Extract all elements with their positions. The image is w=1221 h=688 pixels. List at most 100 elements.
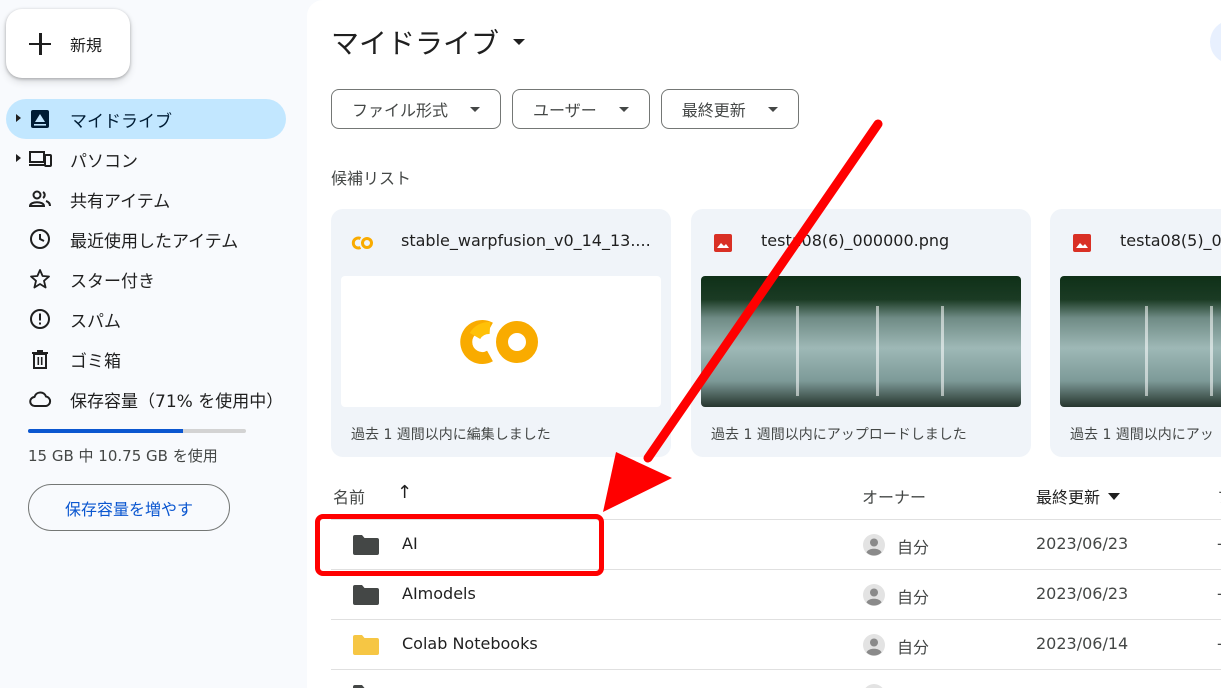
sort-ascending-icon[interactable]: ↑ bbox=[397, 482, 412, 503]
card-thumbnail bbox=[1060, 276, 1221, 407]
card-activity-text: 過去 1 週間以内にアッ bbox=[1070, 427, 1214, 443]
modified-date: 2023/06/23 bbox=[1036, 584, 1129, 603]
expand-caret-icon[interactable] bbox=[16, 114, 21, 122]
nav-item-shared[interactable]: 共有アイテム bbox=[6, 179, 286, 219]
image-thumbnail bbox=[1060, 276, 1221, 407]
nav-item-label: スター付き bbox=[70, 271, 155, 292]
filter-chip-modified[interactable]: 最終更新 bbox=[660, 89, 799, 129]
main-content: マイドライブ ファイル形式 ユーザー 最終更新 候補リスト stable_war… bbox=[307, 0, 1221, 688]
owner-name: 自分 bbox=[897, 638, 930, 657]
nav-item-computers[interactable]: パソコン bbox=[6, 139, 286, 179]
modified-date: 2023/06/14 bbox=[1036, 634, 1129, 653]
expand-caret-icon[interactable] bbox=[16, 154, 21, 162]
nav-item-label: ゴミ箱 bbox=[70, 351, 121, 372]
suggested-label: 候補リスト bbox=[331, 169, 412, 188]
nav-item-trash[interactable]: ゴミ箱 bbox=[6, 339, 286, 379]
file-name: Colab Notebooks bbox=[402, 634, 538, 653]
card-thumbnail bbox=[341, 276, 661, 407]
card-file-name: testa08(5)_0 bbox=[1120, 231, 1221, 250]
thumbnail-detail bbox=[1145, 306, 1148, 396]
modified-date: 2023/06/23 bbox=[1036, 534, 1129, 553]
folder-icon bbox=[353, 585, 379, 605]
details-toggle-button[interactable] bbox=[1210, 20, 1221, 64]
filter-chip-label: ユーザー bbox=[533, 101, 597, 120]
star-icon bbox=[30, 269, 50, 289]
filter-chip-label: 最終更新 bbox=[681, 101, 746, 120]
column-header-file-size[interactable]: フ bbox=[1217, 484, 1221, 508]
nav-item-label: スパム bbox=[70, 311, 121, 332]
column-header-modified-label: 最終更新 bbox=[1036, 488, 1101, 507]
new-button-label: 新規 bbox=[70, 35, 103, 55]
file-size: - bbox=[1217, 584, 1221, 603]
cloud-icon bbox=[29, 391, 52, 407]
file-size: - bbox=[1217, 534, 1221, 553]
thumbnail-detail bbox=[876, 306, 879, 396]
filter-chip-label: ファイル形式 bbox=[352, 101, 449, 120]
suggested-card[interactable]: testa08(6)_000000.png 過去 1 週間以内にアップロードしま… bbox=[691, 209, 1031, 457]
card-thumbnail bbox=[701, 276, 1021, 407]
nav-item-spam[interactable]: スパム bbox=[6, 299, 286, 339]
nav-item-storage[interactable]: 保存容量（71% を使用中） bbox=[6, 379, 286, 419]
suggested-card[interactable]: testa08(5)_0 過去 1 週間以内にアッ bbox=[1050, 209, 1221, 457]
storage-quota-bar bbox=[28, 429, 246, 433]
owner-avatar-icon bbox=[863, 534, 885, 556]
shared-people-icon bbox=[28, 190, 51, 207]
column-header-name[interactable]: 名前 bbox=[333, 484, 365, 508]
dropdown-arrow-icon bbox=[470, 106, 481, 112]
column-header-owner[interactable]: オーナー bbox=[862, 484, 926, 508]
column-header-modified[interactable]: 最終更新 bbox=[1036, 484, 1121, 508]
file-name: AImodels bbox=[402, 584, 476, 603]
trash-icon bbox=[32, 350, 48, 369]
file-size: - bbox=[1217, 634, 1221, 653]
owner-name: 自分 bbox=[897, 588, 930, 607]
nav-item-my-drive[interactable]: マイドライブ bbox=[6, 99, 286, 139]
card-activity-text: 過去 1 週間以内に編集しました bbox=[351, 427, 551, 443]
dropdown-arrow-icon bbox=[618, 106, 629, 112]
file-row[interactable]: Colab Notebooks 自分 2023/06/14 - bbox=[331, 620, 1221, 670]
plus-icon bbox=[26, 30, 54, 58]
owner-name: 自分 bbox=[897, 538, 930, 557]
nav-list: マイドライブ パソコン 共有アイテム 最近使用したアイテム スター付き スパム … bbox=[6, 99, 286, 419]
nav-item-starred[interactable]: スター付き bbox=[6, 259, 286, 299]
image-file-icon bbox=[714, 234, 732, 252]
filter-chip-file-type[interactable]: ファイル形式 bbox=[331, 89, 502, 129]
thumbnail-detail bbox=[796, 306, 799, 396]
filter-chip-people[interactable]: ユーザー bbox=[512, 89, 650, 129]
file-row[interactable]: AImodels 自分 2023/06/23 - bbox=[331, 570, 1221, 620]
dropdown-arrow-icon bbox=[767, 106, 778, 112]
nav-item-label: 最近使用したアイテム bbox=[70, 231, 239, 252]
my-drive-icon bbox=[31, 110, 49, 128]
filter-chips: ファイル形式 ユーザー 最終更新 bbox=[331, 89, 799, 129]
page-title[interactable]: マイドライブ bbox=[331, 22, 526, 62]
image-thumbnail bbox=[701, 276, 1021, 407]
get-more-storage-button[interactable]: 保存容量を増やす bbox=[28, 484, 230, 531]
suggested-card[interactable]: stable_warpfusion_v0_14_13.... 過去 1 週間以内… bbox=[331, 209, 671, 457]
nav-item-label: 保存容量（71% を使用中） bbox=[70, 391, 284, 412]
owner-avatar-icon bbox=[863, 634, 885, 656]
card-activity-text: 過去 1 週間以内にアップロードしました bbox=[711, 427, 967, 443]
storage-quota-fill bbox=[28, 429, 183, 433]
nav-item-label: パソコン bbox=[70, 151, 138, 172]
thumbnail-detail bbox=[1210, 306, 1213, 396]
new-button[interactable]: 新規 bbox=[6, 9, 130, 78]
thumbnail-detail bbox=[941, 306, 944, 396]
page-title-text: マイドライブ bbox=[331, 27, 500, 60]
owner-avatar-icon bbox=[865, 684, 883, 688]
image-file-icon bbox=[1073, 234, 1091, 252]
file-list-header: 名前 ↑ オーナー 最終更新 フ bbox=[331, 470, 1221, 520]
colab-folder-icon bbox=[353, 635, 379, 655]
file-row[interactable] bbox=[331, 670, 1221, 688]
spam-icon bbox=[30, 309, 50, 329]
card-file-name: stable_warpfusion_v0_14_13.... bbox=[401, 231, 651, 250]
nav-item-label: 共有アイテム bbox=[70, 191, 171, 212]
owner-avatar-icon bbox=[863, 584, 885, 606]
nav-item-recent[interactable]: 最近使用したアイテム bbox=[6, 219, 286, 259]
computers-icon bbox=[29, 151, 52, 167]
colab-logo-icon bbox=[460, 320, 538, 364]
sidebar: 新規 マイドライブ パソコン 共有アイテム 最近使用したアイテム スター付き ス… bbox=[0, 0, 305, 688]
dropdown-arrow-icon bbox=[513, 39, 526, 45]
annotation-highlight-box bbox=[315, 514, 604, 576]
nav-item-label: マイドライブ bbox=[70, 111, 172, 132]
card-file-name: testa08(6)_000000.png bbox=[761, 231, 950, 250]
storage-usage-text: 15 GB 中 10.75 GB を使用 bbox=[28, 447, 218, 465]
